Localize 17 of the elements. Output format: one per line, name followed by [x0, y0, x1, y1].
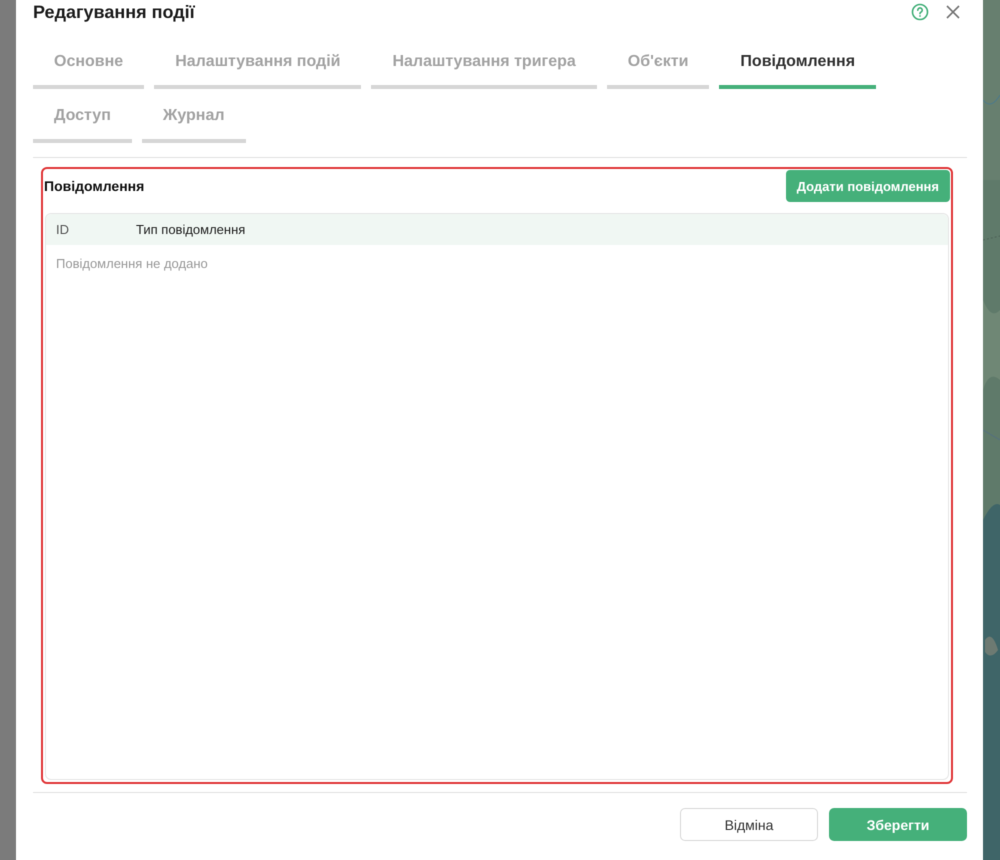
- empty-message: Повідомлення не додано: [55, 255, 209, 271]
- help-icon[interactable]: [911, 3, 929, 21]
- cancel-button[interactable]: Відміна: [680, 808, 818, 841]
- tab[interactable]: Основне: [33, 49, 144, 89]
- tab[interactable]: Об'єкти: [606, 49, 710, 89]
- tab[interactable]: Налаштування подій: [154, 49, 362, 89]
- tab[interactable]: Повідомлення: [719, 49, 876, 89]
- tab[interactable]: Налаштування тригера: [371, 49, 597, 89]
- save-button[interactable]: Зберегти: [829, 808, 967, 841]
- column-header: Тип повідомлення: [136, 222, 246, 237]
- tab[interactable]: Журнал: [142, 103, 246, 143]
- add-message-button[interactable]: Додати повідомлення: [786, 170, 950, 202]
- tab[interactable]: Доступ: [33, 103, 132, 143]
- column-header: ID: [56, 222, 70, 237]
- close-icon[interactable]: [945, 4, 961, 20]
- dialog-title: Редагування події: [33, 2, 195, 22]
- section-title: Повідомлення: [44, 178, 144, 194]
